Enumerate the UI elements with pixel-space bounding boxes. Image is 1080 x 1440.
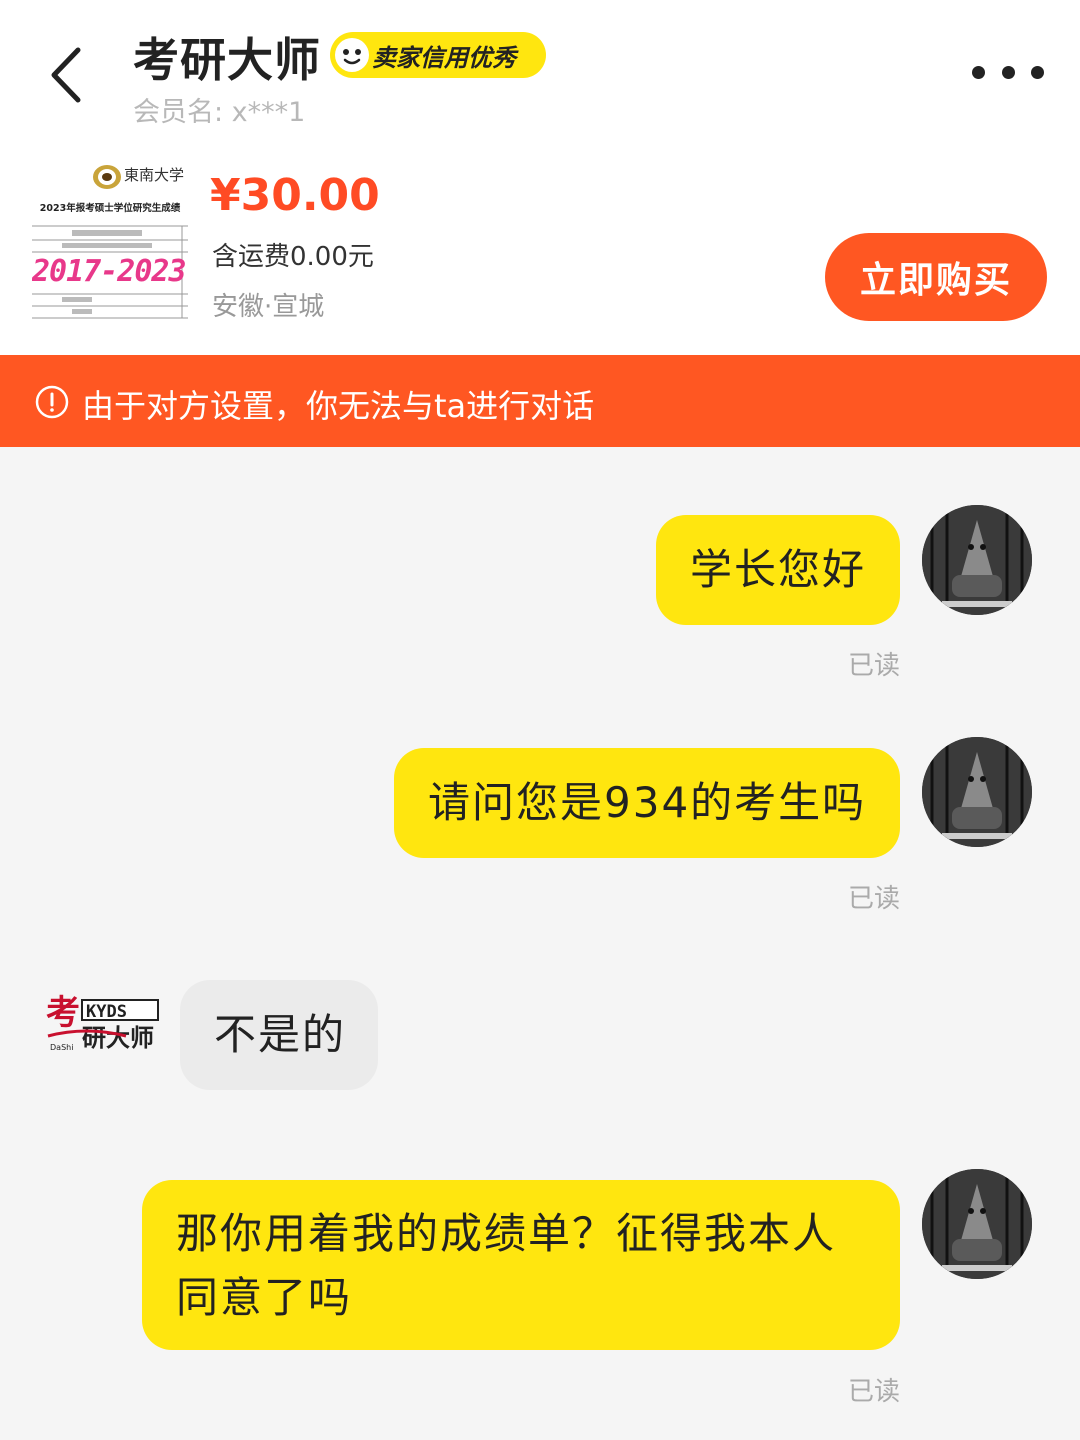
credit-badge-label: 卖家信用优秀 [372,44,516,72]
my-avatar[interactable] [922,505,1032,615]
seller-logo-image: 考 KYDS 研大师 DaShi [46,993,159,1052]
warning-banner: 由于对方设置，你无法与ta进行对话 [0,355,1080,447]
product-card[interactable]: 東南大学 2023年报考硕士学位研究生成绩 2017-2023 ¥30.00 含… [0,140,1080,355]
buy-now-button[interactable]: 立即购买 [825,233,1047,321]
message-text: 学长您好 [690,545,867,594]
seller-name: 考研大师 [133,33,321,87]
product-price: ¥30.00 [210,170,380,221]
more-dot-icon [1001,65,1015,79]
exclamation-circle-icon [35,385,69,419]
avatar-image [922,737,1032,847]
chat-header: 考研大师 卖家信用优秀 会员名: x***1 [0,0,1080,140]
university-seal-icon [93,165,121,189]
my-avatar[interactable] [922,1169,1032,1279]
avatar-image [922,1169,1032,1279]
more-dot-icon [972,65,985,79]
svg-text:考: 考 [46,993,80,1033]
warning-text: 由于对方设置，你无法与ta进行对话 [82,387,595,425]
thumb-caption: 2023年报考硕士学位研究生成绩 [39,203,181,214]
avatar-image [922,505,1032,615]
message-text-line: 那你用着我的成绩单？征得我本人 [176,1209,837,1258]
seller-avatar[interactable]: 考 KYDS 研大师 DaShi [46,992,160,1054]
seller-location: 安徽·宣城 [212,292,325,322]
thumb-years: 2017-2023 [32,254,187,289]
chat-area[interactable]: 学长您好 已读 请问您是934的考生吗 已读 考 KYDS 研大师 DaShi … [0,447,1080,1440]
svg-text:DaShi: DaShi [50,1043,73,1052]
thumb-university: 東南大学 [124,166,185,184]
message-bubble[interactable]: 请问您是934的考生吗 [394,748,900,858]
read-status: 已读 [848,884,901,914]
more-options-button[interactable] [972,58,1044,86]
message-text: 不是的 [214,1010,347,1059]
message-text: 请问您是934的考生吗 [428,778,867,827]
chevron-left-icon [51,47,81,103]
more-dot-icon [1031,65,1044,79]
mascot-face-icon [335,38,369,72]
member-name: 会员名: x***1 [133,97,306,128]
my-avatar[interactable] [922,737,1032,847]
read-status: 已读 [848,1377,901,1407]
svg-text:研大师: 研大师 [82,1023,154,1052]
svg-text:KYDS: KYDS [86,1002,127,1022]
read-status: 已读 [848,651,901,681]
product-thumbnail[interactable]: 東南大学 2023年报考硕士学位研究生成绩 2017-2023 [32,162,188,322]
shipping-fee: 含运费0.00元 [212,242,374,272]
back-button[interactable] [38,40,98,110]
credit-badge[interactable]: 卖家信用优秀 [330,32,546,78]
message-bubble[interactable]: 不是的 [180,980,378,1090]
message-bubble[interactable]: 那你用着我的成绩单？征得我本人 同意了吗 [142,1180,900,1350]
message-text-line: 同意了吗 [176,1273,353,1322]
message-bubble[interactable]: 学长您好 [656,515,900,625]
